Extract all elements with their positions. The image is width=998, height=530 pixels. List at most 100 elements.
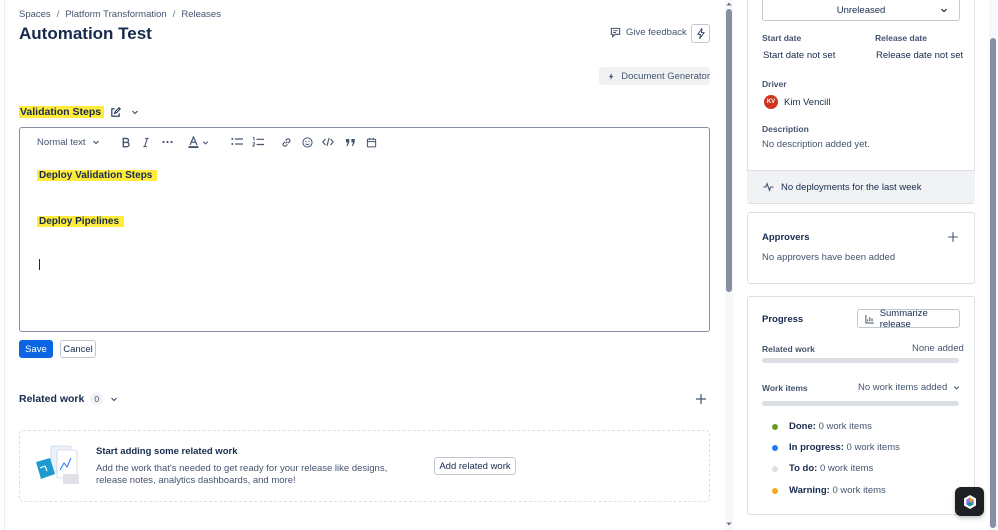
cancel-button[interactable]: Cancel — [60, 340, 96, 358]
related-work-title: Related work — [19, 393, 85, 405]
warning-dot — [772, 487, 778, 494]
related-work-empty-title: Start adding some related work — [96, 446, 238, 457]
summarize-release-button[interactable]: Summarize release — [857, 307, 960, 330]
bullet-list-icon — [231, 138, 243, 145]
assistant-logo-icon — [963, 494, 976, 509]
legend-label: Warning: — [789, 485, 830, 496]
emoji-button[interactable] — [299, 134, 315, 150]
assistant-button[interactable] — [955, 487, 984, 516]
done-dot — [772, 423, 778, 430]
activity-icon — [763, 182, 774, 192]
driver-label: Driver — [762, 79, 787, 89]
chevron-down-icon — [202, 140, 209, 145]
feedback-icon — [610, 27, 621, 38]
breadcrumb-separator: / — [56, 9, 60, 20]
give-feedback-button[interactable]: Give feedback — [610, 27, 687, 38]
release-date-field[interactable]: Release date not set — [876, 50, 963, 61]
scroll-up-arrow-icon[interactable] — [725, 1, 733, 7]
add-approver-icon[interactable] — [947, 231, 959, 243]
chart-icon — [865, 314, 874, 323]
breadcrumb-space[interactable]: Platform Transformation — [65, 9, 166, 20]
to-do-dot — [772, 465, 778, 472]
page-title: Automation Test — [19, 24, 152, 43]
legend-done: Done: 0 work items — [772, 421, 872, 432]
numbered-list-button[interactable] — [250, 134, 266, 150]
panel-scrollbar-thumb[interactable] — [990, 38, 996, 528]
italic-icon — [143, 137, 149, 147]
breadcrumb: Spaces / Platform Transformation / Relea… — [19, 9, 221, 20]
legend-value: 0 work items — [818, 421, 872, 432]
release-date-label: Release date — [875, 33, 927, 43]
related-work-count: 0 — [90, 393, 104, 405]
more-formatting-button[interactable] — [159, 134, 175, 150]
breadcrumb-releases[interactable]: Releases — [181, 9, 221, 20]
chevron-down-icon — [941, 8, 947, 13]
description-field[interactable]: No description added yet. — [762, 139, 870, 150]
in-progress-dot — [772, 444, 778, 451]
chevron-down-icon — [92, 140, 99, 145]
left-edge — [0, 0, 5, 530]
summarize-release-label: Summarize release — [879, 307, 928, 330]
panel-scrollbar[interactable] — [989, 0, 997, 530]
code-icon — [322, 137, 334, 147]
editor-line: Deploy Validation Steps — [37, 170, 158, 181]
document-generator-label: Document Generator — [621, 70, 710, 82]
add-related-work-icon[interactable] — [694, 392, 708, 406]
link-icon — [282, 137, 290, 147]
scroll-down-arrow-icon[interactable] — [725, 521, 733, 527]
start-date-field[interactable]: Start date not set — [763, 50, 835, 61]
main-content: Spaces / Platform Transformation / Relea… — [6, 0, 724, 530]
description-label: Description — [762, 124, 809, 134]
release-status-value: Unreleased — [836, 4, 886, 16]
emoji-icon — [301, 136, 313, 148]
deployments-bar: No deployments for the last week — [747, 170, 975, 203]
text-style-dropdown[interactable]: Normal text — [37, 134, 101, 150]
bold-button[interactable] — [118, 134, 134, 150]
driver-name[interactable]: Kim Vencill — [784, 97, 830, 108]
text-color-button[interactable] — [188, 134, 210, 150]
italic-button[interactable] — [138, 134, 154, 150]
breadcrumb-spaces[interactable]: Spaces — [19, 9, 51, 20]
chevron-down-icon[interactable] — [109, 394, 119, 404]
numbered-list-icon — [252, 136, 264, 147]
edit-icon[interactable] — [110, 106, 122, 118]
avatar: KV — [764, 95, 778, 109]
text-caret — [39, 259, 40, 270]
legend-warning: Warning: 0 work items — [772, 485, 886, 496]
main-scrollbar-thumb[interactable] — [726, 9, 732, 292]
release-status-dropdown[interactable]: Unreleased — [762, 0, 960, 21]
related-work-empty-description: Add the work that's needed to get ready … — [96, 463, 388, 486]
work-items-dropdown[interactable]: No work items added — [858, 382, 961, 393]
legend-label: To do: — [789, 463, 818, 474]
editor-line: Deploy Pipelines — [37, 216, 125, 227]
legend-label: In progress: — [789, 442, 844, 453]
related-work-progress-value: None added — [912, 343, 964, 354]
related-work-progress-label: Related work — [762, 344, 815, 354]
date-button[interactable] — [363, 134, 379, 150]
document-generator-button[interactable]: Document Generator — [599, 67, 710, 85]
legend-to-do: To do: 0 work items — [772, 463, 873, 474]
main-scrollbar[interactable] — [725, 0, 733, 530]
legend-in-progress: In progress: 0 work items — [772, 442, 900, 453]
chevron-down-icon[interactable] — [130, 107, 140, 117]
link-button[interactable] — [278, 134, 294, 150]
bullet-list-button[interactable] — [229, 134, 245, 150]
calendar-icon — [366, 137, 376, 147]
work-items-label: Work items — [762, 383, 808, 393]
chevron-down-icon — [954, 386, 960, 390]
automation-button[interactable] — [691, 24, 710, 43]
rich-text-editor[interactable]: Normal text Deploy Validation Steps Depl… — [19, 127, 710, 332]
breadcrumb-separator: / — [172, 9, 176, 20]
text-color-icon — [188, 136, 199, 148]
work-items-value: No work items added — [858, 382, 948, 393]
work-items-progress-bar — [762, 401, 959, 406]
lightning-icon — [696, 28, 705, 39]
legend-label: Done: — [789, 421, 816, 432]
quote-button[interactable] — [342, 134, 358, 150]
approvers-empty: No approvers have been added — [762, 252, 896, 263]
save-button[interactable]: Save — [19, 340, 53, 358]
legend-value: 0 work items — [819, 463, 874, 474]
bold-icon — [122, 137, 130, 147]
code-button[interactable] — [320, 134, 336, 150]
add-related-work-button[interactable]: Add related work — [434, 457, 516, 475]
